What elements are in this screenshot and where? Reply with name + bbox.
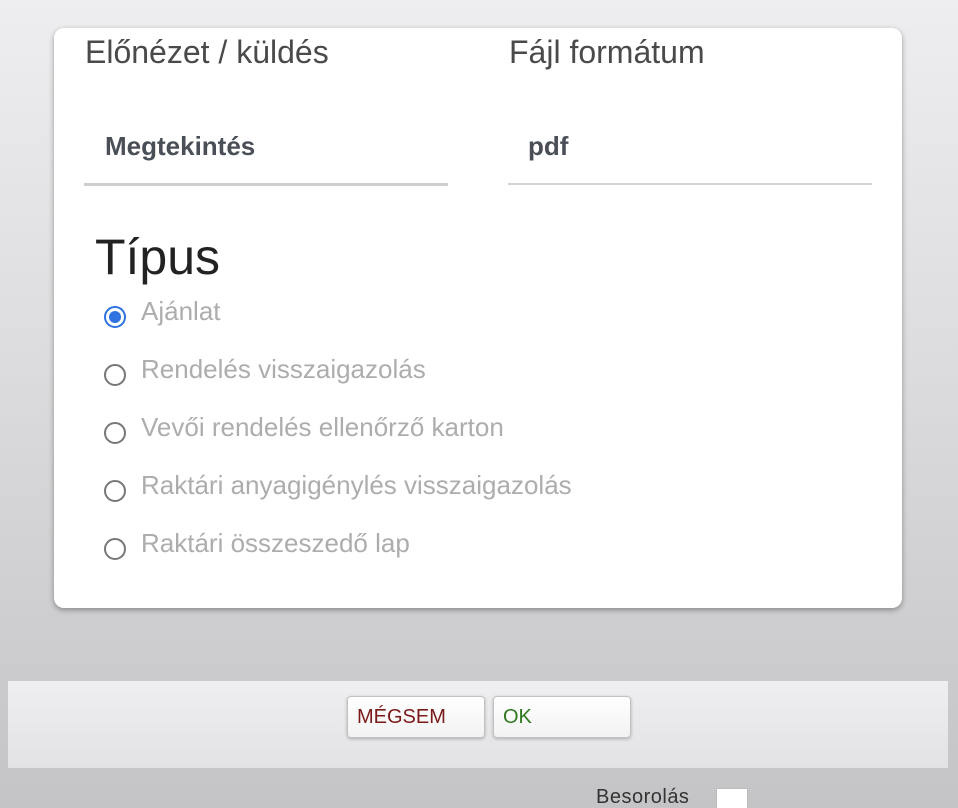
radio-button-checked[interactable] [104, 306, 126, 328]
preview-underline [84, 183, 448, 186]
radio-button[interactable] [104, 538, 126, 560]
ok-button[interactable]: OK [493, 696, 631, 738]
format-select[interactable]: pdf [508, 118, 872, 188]
type-option-label: Raktári összeszedő lap [141, 528, 410, 558]
preview-label: Előnézet / küldés [85, 34, 329, 70]
preview-select[interactable]: Megtekintés [84, 118, 448, 188]
format-underline [508, 183, 872, 185]
background-label: Besorolás [596, 786, 690, 808]
radio-button[interactable] [104, 364, 126, 386]
type-option-raktari-anyagigenyles[interactable]: Raktári anyagigénylés visszaigazolás [104, 470, 704, 510]
type-option-label: Ajánlat [141, 296, 221, 326]
type-option-raktari-osszeszedo[interactable]: Raktári összeszedő lap [104, 528, 704, 568]
type-option-label: Rendelés visszaigazolás [141, 354, 426, 384]
type-option-label: Raktári anyagigénylés visszaigazolás [141, 470, 572, 500]
type-option-ajanlat[interactable]: Ajánlat [104, 296, 704, 336]
type-option-vevoi-rendeles[interactable]: Vevői rendelés ellenőrző karton [104, 412, 704, 452]
type-title: Típus [95, 229, 221, 285]
preview-value: Megtekintés [105, 131, 256, 161]
format-label: Fájl formátum [509, 34, 705, 70]
dialog-footer: MÉGSEM OK [8, 681, 948, 768]
cancel-button[interactable]: MÉGSEM [347, 696, 485, 738]
options-card: Előnézet / küldés Megtekintés Fájl formá… [54, 28, 902, 608]
type-option-label: Vevői rendelés ellenőrző karton [141, 412, 504, 442]
type-option-rendeles-visszaigazolas[interactable]: Rendelés visszaigazolás [104, 354, 704, 394]
background-field [716, 788, 748, 808]
radio-button[interactable] [104, 422, 126, 444]
format-value: pdf [528, 131, 569, 161]
modal-overlay: Besorolás Előnézet / küldés Megtekintés … [0, 0, 958, 808]
radio-button[interactable] [104, 480, 126, 502]
